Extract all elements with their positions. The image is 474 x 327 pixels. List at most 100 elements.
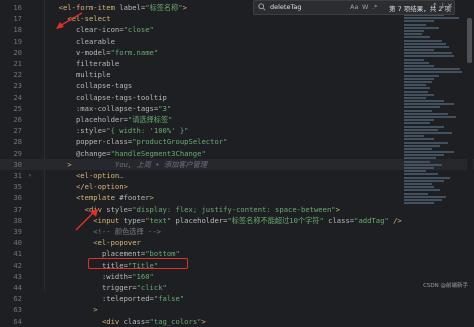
minimap-row (404, 112, 448, 115)
code-text: collapse-tags-tooltip (50, 92, 167, 103)
search-input[interactable]: deleteTag (270, 3, 301, 11)
code-line[interactable]: 24 collapse-tags-tooltip (0, 92, 474, 103)
minimap-row (404, 36, 430, 39)
code-line[interactable]: 20 v-model="form.name" (0, 47, 474, 58)
close-find-button[interactable]: ✕ (447, 2, 453, 10)
code-text: filterable (50, 58, 119, 69)
line-number: 63 (13, 305, 22, 315)
code-line[interactable]: 36 <template #footer> (0, 192, 474, 203)
scrollbar-thumb[interactable] (467, 18, 472, 63)
code-line[interactable]: 37 <div style="display: flex; justify-co… (0, 204, 474, 215)
line-number: 24 (13, 92, 22, 102)
minimap-row (404, 125, 444, 128)
minimap-row (404, 198, 442, 201)
code-token: "标签名称不能超过10个字符" (227, 215, 324, 225)
line-number: 30 (13, 159, 22, 169)
code-text: placeholder="请选择标签" (50, 114, 173, 125)
watermark: CSDN @前端新手 (423, 283, 468, 289)
code-line[interactable]: 38 <input type="text" placeholder="标签名称不… (0, 215, 474, 226)
code-line[interactable]: 62 :teleported="false" (0, 293, 474, 304)
line-number: 37 (13, 204, 22, 214)
code-line[interactable]: 25 :max-collapse-tags="3" (0, 103, 474, 114)
code-text: popper-class="productGroupSelector" (50, 136, 227, 147)
minimap-row (404, 58, 424, 61)
regex-toggle[interactable]: .* (372, 3, 377, 11)
code-line[interactable]: 21 filterable (0, 58, 474, 69)
code-line[interactable]: 19 clearable (0, 36, 474, 47)
code-token: style= (106, 204, 133, 214)
minimap-row (404, 119, 434, 122)
minimap-row (404, 65, 434, 67)
minimap-row (404, 163, 442, 166)
code-line[interactable]: 30 > You, 上周 • 添加客户管理 (0, 158, 474, 170)
line-number: 41 (13, 249, 22, 259)
code-text: collapse-tags (50, 80, 132, 91)
match-case-toggle[interactable]: Aa (350, 3, 358, 11)
minimap-row (404, 42, 446, 45)
code-line[interactable]: 35 </el-option> (0, 181, 474, 192)
minimap-row (404, 90, 428, 93)
code-line[interactable]: 42 title="Title" (0, 260, 474, 271)
code-token: > (149, 193, 154, 203)
line-number: 64 (13, 316, 22, 326)
minimap-row (404, 189, 440, 192)
code-text: :style="{ width: '100%' }" (50, 125, 189, 136)
code-line[interactable]: 40 <el-popover (0, 237, 474, 248)
minimap[interactable] (404, 14, 464, 214)
minimap-row (404, 116, 456, 118)
minimap-row (404, 96, 426, 99)
fold-chevron-icon[interactable]: › (28, 170, 32, 181)
minimap-row (404, 179, 444, 182)
line-number: 39 (13, 227, 22, 236)
find-widget[interactable]: deleteTag Aa W .* 第 7 项结果，共 2 项 ↑ ↓ ✕ (253, 0, 455, 15)
code-text: </el-option> (50, 181, 128, 192)
line-number: 23 (13, 81, 22, 91)
code-token: clearable (75, 36, 115, 46)
line-number: 17 (13, 14, 22, 24)
minimap-row (404, 71, 462, 74)
code-line[interactable]: 26 placeholder="请选择标签" (0, 114, 474, 125)
code-line[interactable]: 64 <div class="tag_colors"> (0, 316, 474, 327)
minimap-row (404, 141, 448, 144)
minimap-row (404, 128, 438, 131)
code-token: > (182, 3, 187, 12)
code-line[interactable]: 29 @change="handleSegment3Change" (0, 148, 474, 159)
previous-match-button[interactable]: ↑ (432, 2, 438, 10)
line-number: 26 (13, 115, 22, 124)
line-number: 36 (13, 193, 22, 203)
line-number: 20 (13, 47, 22, 57)
code-line[interactable]: 27 :style="{ width: '100%' }" (0, 125, 474, 136)
code-line[interactable]: 44 trigger="click" (0, 282, 474, 293)
line-number: 43 (13, 271, 22, 281)
code-text: <!-- 颜色选择 --> (50, 226, 161, 237)
code-text: <template #footer> (50, 192, 154, 203)
code-token: <el-option (75, 171, 120, 180)
minimap-row (404, 33, 422, 36)
minimap-row (404, 167, 434, 169)
code-line[interactable]: 41 placement="bottom" (0, 248, 474, 259)
code-line[interactable]: 23 collapse-tags (0, 80, 474, 91)
code-line[interactable]: 28 popper-class="productGroupSelector" (0, 136, 474, 147)
code-line[interactable]: 39 <!-- 颜色选择 --> (0, 226, 474, 237)
line-number: 35 (13, 182, 22, 192)
minimap-row (404, 122, 430, 125)
code-line[interactable]: 43 :width="160" (0, 271, 474, 282)
code-line[interactable]: 63 > (0, 304, 474, 315)
code-line[interactable]: 22 multiple (0, 69, 474, 80)
code-token: "false" (153, 294, 185, 304)
next-match-button[interactable]: ↓ (440, 2, 446, 10)
minimap-row (404, 87, 430, 90)
code-editor[interactable]: 16 <el-form-item label="标签名称"> 17 <el-sel… (0, 0, 474, 326)
whole-word-toggle[interactable]: W (362, 3, 368, 11)
line-number: 21 (13, 59, 22, 68)
code-token: … (119, 171, 124, 180)
code-token: "addTag" (354, 215, 389, 225)
code-token: :max-collapse-tags= (75, 103, 159, 113)
code-line[interactable]: 31 › <el-option… (0, 170, 474, 181)
minimap-row (404, 109, 432, 112)
